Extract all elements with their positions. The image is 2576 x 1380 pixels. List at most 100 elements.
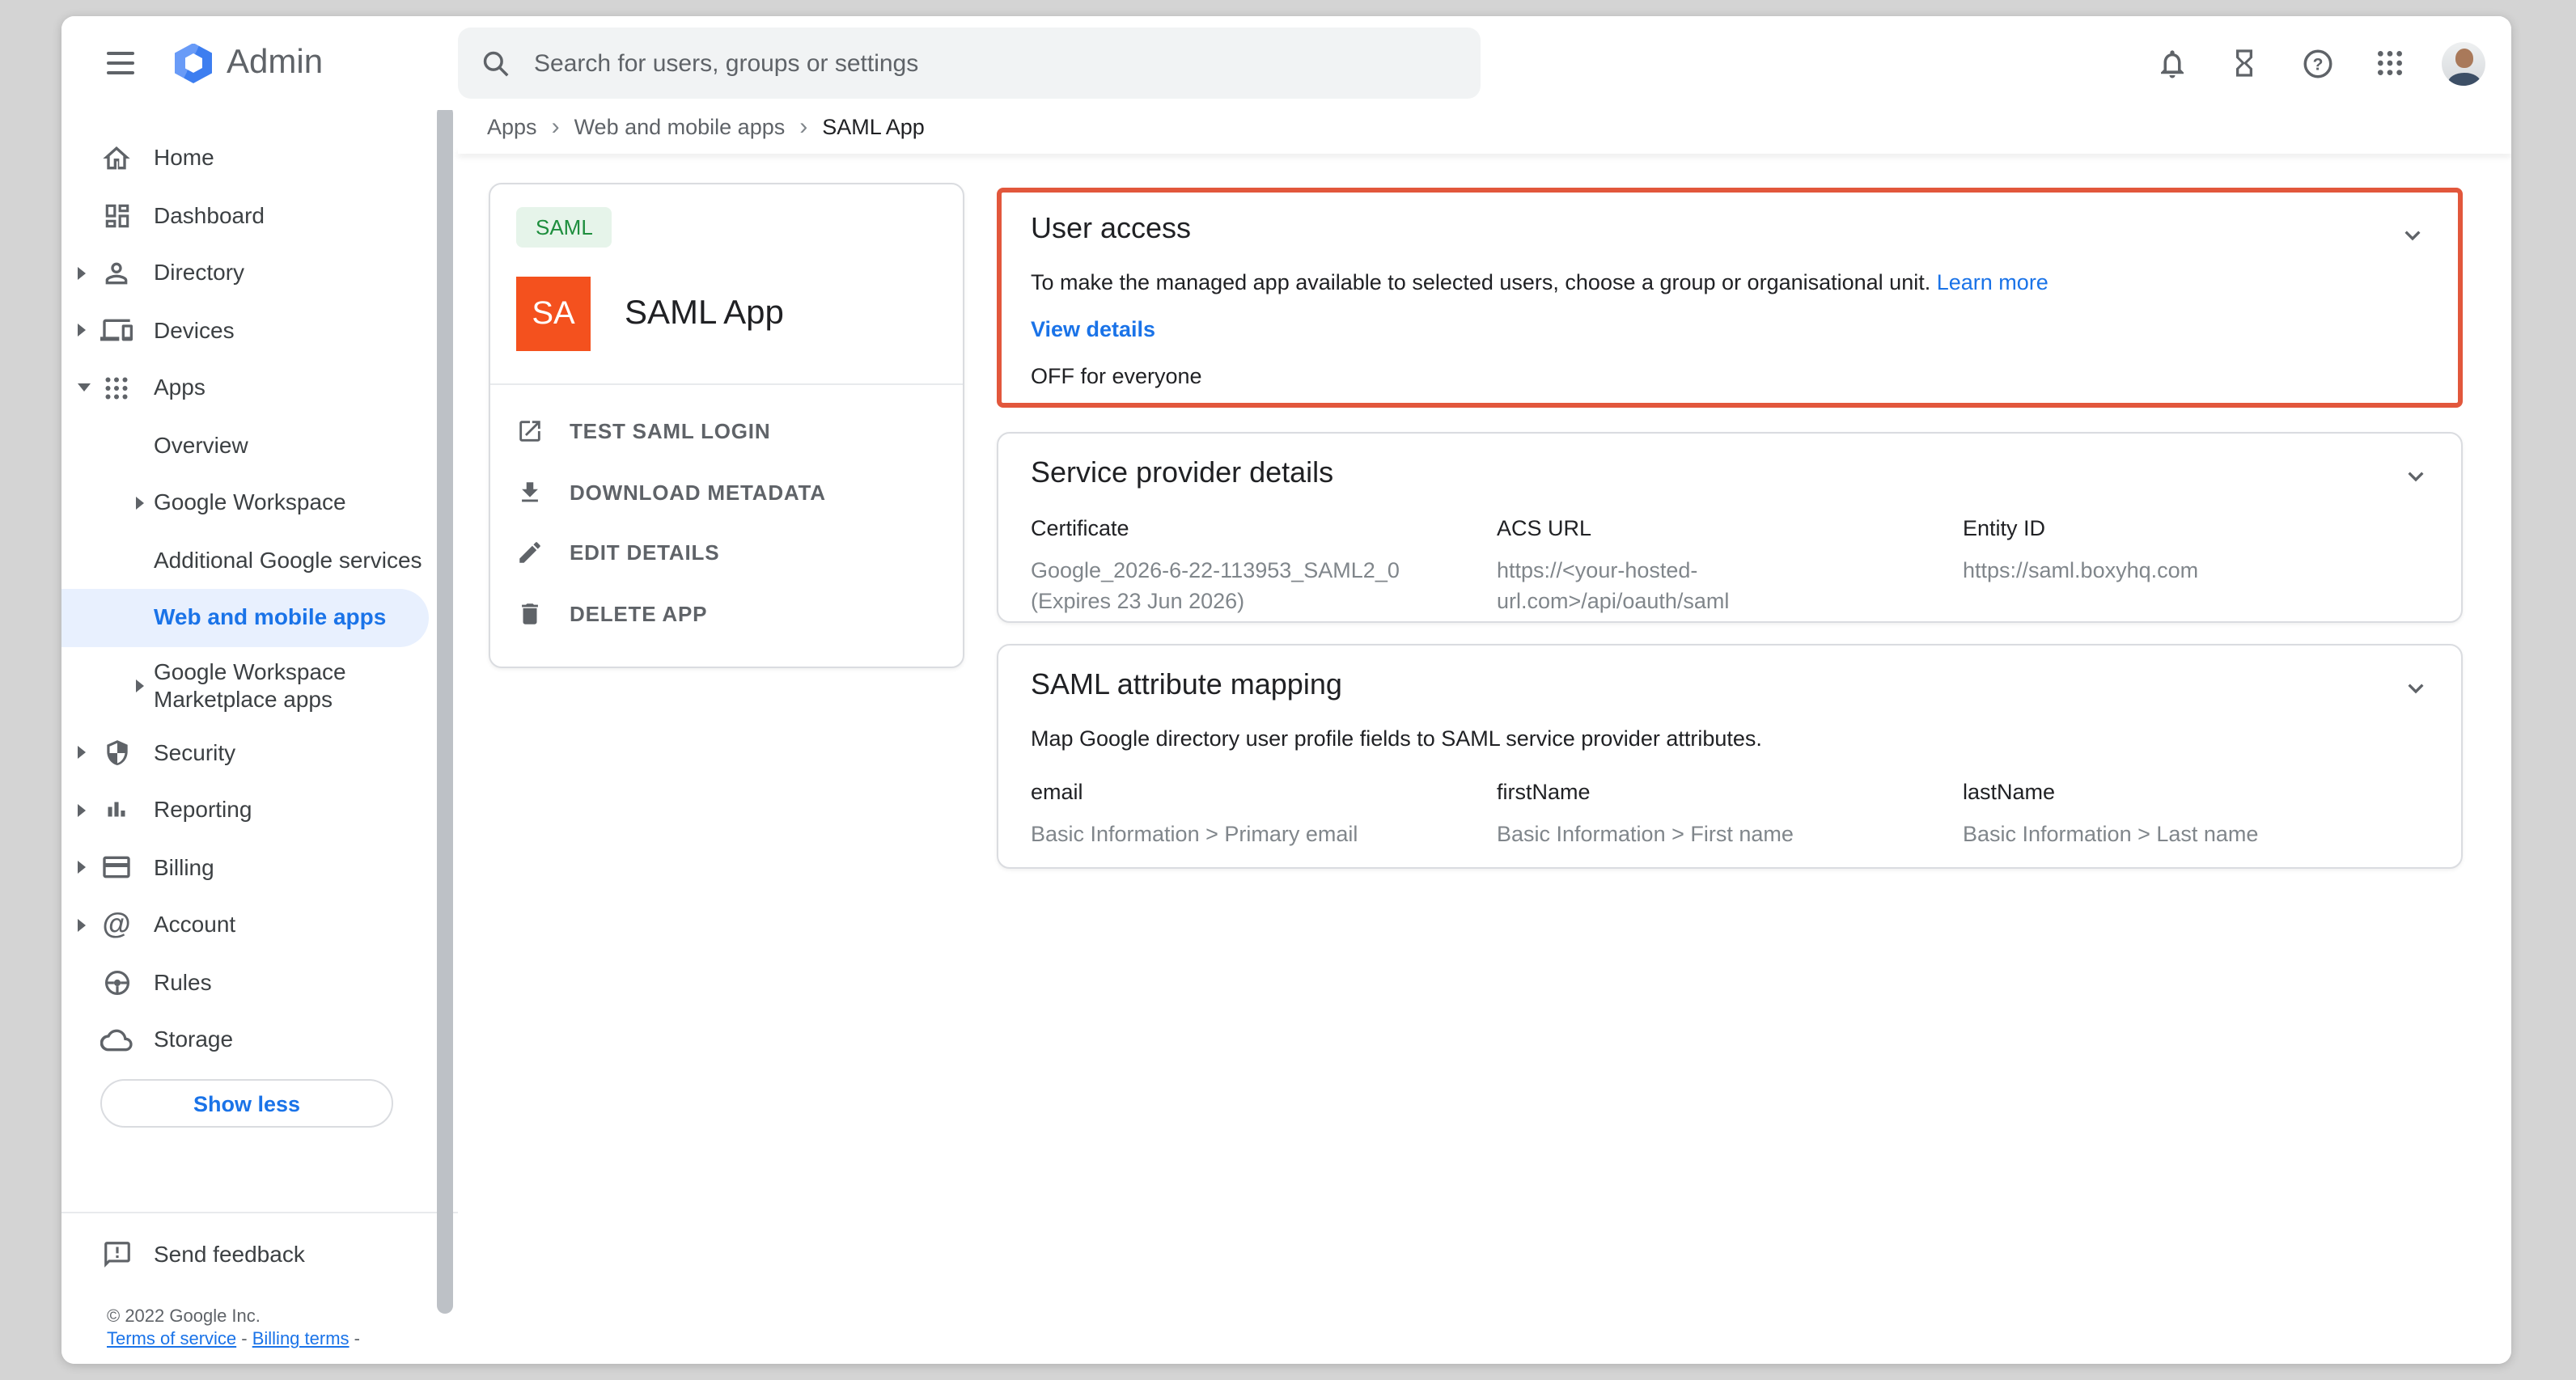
- service-provider-card[interactable]: Service provider details Certificate Goo…: [997, 432, 2463, 623]
- sidebar-item-devices[interactable]: Devices: [61, 302, 458, 359]
- learn-more-link[interactable]: Learn more: [1937, 270, 2049, 294]
- sidebar-item-directory[interactable]: Directory: [61, 244, 458, 302]
- copyright-text: © 2022 Google Inc.: [107, 1307, 261, 1327]
- breadcrumb-web-and-mobile-apps[interactable]: Web and mobile apps: [574, 115, 786, 139]
- delete-app-button[interactable]: DELETE APP: [516, 583, 937, 644]
- attribute-mapping-description: Map Google directory user profile fields…: [1031, 726, 2429, 751]
- main-content: SAML SA SAML App TEST SAML LOGIN DOWNLOA…: [458, 154, 2511, 1364]
- help-icon[interactable]: ?: [2296, 42, 2338, 84]
- sidebar-item-home[interactable]: Home: [61, 129, 458, 187]
- service-provider-title: Service provider details: [1031, 456, 2429, 490]
- user-access-status: OFF for everyone: [1031, 364, 2429, 388]
- saml-badge: SAML: [516, 207, 612, 248]
- sidebar-scrollbar[interactable]: [437, 105, 453, 1314]
- svg-text:?: ?: [2312, 54, 2323, 73]
- send-feedback-button[interactable]: Send feedback: [61, 1226, 458, 1284]
- edit-details-button[interactable]: EDIT DETAILS: [516, 523, 937, 583]
- sidebar-item-reporting[interactable]: Reporting: [61, 781, 458, 839]
- billing-card-icon: [100, 852, 133, 884]
- breadcrumb-apps[interactable]: Apps: [487, 115, 537, 139]
- expand-caret-icon[interactable]: [78, 919, 86, 932]
- breadcrumb: Apps › Web and mobile apps › SAML App: [487, 115, 925, 139]
- expand-caret-icon[interactable]: [78, 804, 86, 817]
- tasks-hourglass-icon[interactable]: [2223, 42, 2265, 84]
- user-access-title: User access: [1031, 212, 2429, 246]
- legal-links: Terms of service - Billing terms -: [107, 1330, 360, 1349]
- sidebar-item-gw-marketplace-apps[interactable]: Google Workspace Marketplace apps: [61, 646, 458, 724]
- expand-caret-icon[interactable]: [78, 267, 86, 280]
- sidebar-item-apps[interactable]: Apps: [61, 359, 458, 417]
- lastname-mapping-field: lastName Basic Information > Last name: [1963, 780, 2429, 849]
- show-less-button[interactable]: Show less: [100, 1079, 393, 1128]
- devices-icon: [100, 315, 133, 347]
- main-menu-icon[interactable]: [87, 31, 152, 95]
- sidebar-item-google-workspace[interactable]: Google Workspace: [61, 474, 458, 531]
- expand-caret-icon[interactable]: [78, 861, 86, 874]
- storage-cloud-icon: [100, 1024, 133, 1056]
- apps-grid-icon[interactable]: [2369, 42, 2411, 84]
- test-saml-login-button[interactable]: TEST SAML LOGIN: [516, 401, 937, 462]
- sidebar-item-overview[interactable]: Overview: [61, 417, 458, 474]
- sidebar-item-web-and-mobile-apps[interactable]: Web and mobile apps: [61, 589, 429, 646]
- expand-caret-icon[interactable]: [136, 679, 144, 692]
- breadcrumb-current: SAML App: [822, 115, 925, 139]
- download-icon: [516, 479, 544, 506]
- sidebar-item-storage[interactable]: Storage: [61, 1011, 458, 1069]
- search-input[interactable]: [531, 48, 1458, 78]
- chevron-down-icon[interactable]: [2393, 215, 2432, 254]
- acs-url-field: ACS URL https://<your-hosted-url.com>/ap…: [1497, 516, 1963, 616]
- dashboard-icon: [100, 200, 133, 232]
- top-header: Admin ?: [61, 16, 2511, 110]
- rules-wheel-icon: [100, 967, 133, 999]
- billing-terms-link[interactable]: Billing terms: [252, 1330, 350, 1349]
- expand-caret-icon[interactable]: [78, 324, 86, 337]
- admin-console-window: Admin ?: [61, 16, 2511, 1364]
- download-metadata-button[interactable]: DOWNLOAD METADATA: [516, 462, 937, 523]
- admin-hexagon-icon: [175, 43, 212, 83]
- user-access-description: To make the managed app available to sel…: [1031, 270, 2429, 294]
- certificate-field: Certificate Google_2026-6-22-113953_SAML…: [1031, 516, 1497, 616]
- app-initials-tile: SA: [516, 277, 591, 351]
- edit-pencil-icon: [516, 540, 544, 567]
- security-shield-icon: [100, 737, 133, 769]
- directory-person-icon: [100, 257, 133, 290]
- search-icon: [481, 48, 511, 78]
- firstname-mapping-field: firstName Basic Information > First name: [1497, 780, 1963, 849]
- home-icon: [100, 142, 133, 175]
- expand-caret-icon[interactable]: [136, 497, 144, 510]
- attribute-mapping-title: SAML attribute mapping: [1031, 668, 2429, 702]
- collapse-caret-icon[interactable]: [78, 384, 91, 392]
- breadcrumb-separator-icon: ›: [799, 116, 807, 138]
- user-access-card[interactable]: User access To make the managed app avai…: [997, 188, 2463, 408]
- sidebar-nav: Home Dashboard Directory Devices Apps: [61, 110, 458, 1364]
- sidebar-item-additional-google-services[interactable]: Additional Google services: [61, 531, 458, 589]
- brand-name: Admin: [227, 44, 323, 83]
- sidebar-item-billing[interactable]: Billing: [61, 839, 458, 896]
- breadcrumb-separator-icon: ›: [552, 116, 560, 138]
- brand-logo: Admin: [175, 43, 323, 83]
- email-mapping-field: email Basic Information > Primary email: [1031, 780, 1497, 849]
- sidebar-item-dashboard[interactable]: Dashboard: [61, 187, 458, 244]
- terms-of-service-link[interactable]: Terms of service: [107, 1330, 236, 1349]
- user-avatar[interactable]: [2442, 41, 2485, 85]
- breadcrumb-bar: Apps › Web and mobile apps › SAML App: [458, 110, 2511, 154]
- expand-caret-icon[interactable]: [78, 747, 86, 760]
- attribute-mapping-card[interactable]: SAML attribute mapping Map Google direct…: [997, 644, 2463, 869]
- reporting-chart-icon: [100, 794, 133, 827]
- open-in-new-icon: [516, 418, 544, 446]
- chevron-down-icon[interactable]: [2396, 456, 2435, 495]
- account-at-icon: @: [100, 909, 133, 942]
- delete-trash-icon: [516, 600, 544, 628]
- sidebar-item-account[interactable]: @ Account: [61, 896, 458, 954]
- sidebar-item-security[interactable]: Security: [61, 724, 458, 781]
- entity-id-field: Entity ID https://saml.boxyhq.com: [1963, 516, 2429, 616]
- view-details-link[interactable]: View details: [1031, 317, 2429, 341]
- apps-icon: [100, 372, 133, 404]
- feedback-icon: [100, 1239, 133, 1272]
- card-divider: [490, 383, 963, 385]
- search-bar[interactable]: [458, 28, 1481, 99]
- chevron-down-icon[interactable]: [2396, 668, 2435, 707]
- app-title: SAML App: [625, 294, 784, 333]
- sidebar-item-rules[interactable]: Rules: [61, 954, 458, 1011]
- notifications-bell-icon[interactable]: [2150, 42, 2193, 84]
